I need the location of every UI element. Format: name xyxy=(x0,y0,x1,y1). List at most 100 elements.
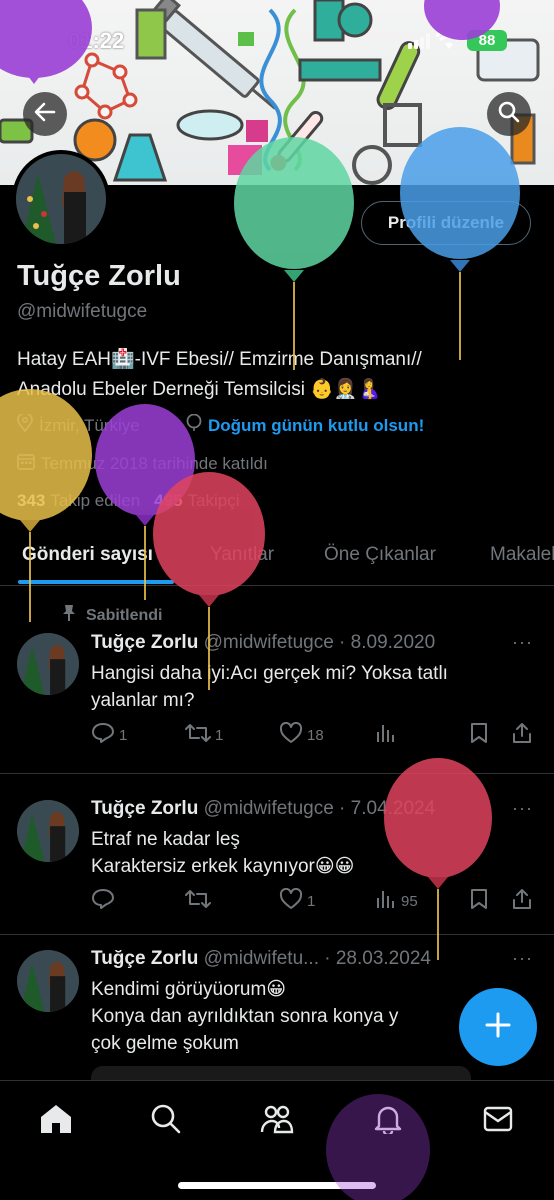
post-text-line: Konya dan ayrıldıktan sonra konya y xyxy=(91,1006,399,1027)
search-icon xyxy=(498,101,520,128)
views-button[interactable] xyxy=(375,722,401,748)
reply-button[interactable]: 1 xyxy=(91,722,127,748)
followers-link[interactable]: 495 Takipçi xyxy=(154,491,239,511)
nav-messages[interactable] xyxy=(478,1101,518,1141)
post-text-line: çok gelme şokum xyxy=(91,1033,239,1054)
bio-line: Anadolu Ebeler Derneği Temsilcisi 👶👩‍⚕️🤱 xyxy=(17,379,382,400)
status-bar: 01:22 88 xyxy=(0,0,554,80)
bookmark-icon xyxy=(469,722,493,748)
pinned-label: Sabitlendi xyxy=(86,606,163,624)
arrow-left-icon xyxy=(34,101,56,128)
followers-count: 495 xyxy=(154,491,183,510)
status-time: 01:22 xyxy=(68,28,125,53)
post-text: Etraf ne kadar leş Karaktersiz erkek kay… xyxy=(91,826,521,880)
post-actions: 1 95 xyxy=(91,887,541,916)
search-icon xyxy=(151,1104,181,1139)
profile-handle: @midwifetugce xyxy=(17,301,148,322)
like-button[interactable]: 18 xyxy=(279,721,324,748)
post-author-name[interactable]: Tuğçe Zorlu xyxy=(91,632,198,653)
followers-label: Takipçi xyxy=(187,491,240,510)
tab-articles[interactable]: Makaleler xyxy=(490,544,554,566)
nav-communities[interactable] xyxy=(257,1101,297,1141)
reply-icon xyxy=(91,722,119,748)
home-icon xyxy=(40,1104,72,1139)
bell-icon xyxy=(374,1104,402,1139)
repost-icon xyxy=(185,722,215,748)
post-more-button[interactable]: ··· xyxy=(512,798,533,819)
profile-name: Tuğçe Zorlu xyxy=(17,260,181,292)
tab-highlights[interactable]: Öne Çıkanlar xyxy=(324,544,436,566)
share-icon xyxy=(511,888,537,914)
balloon-icon xyxy=(186,413,202,437)
post-header: Tuğçe Zorlu @midwifetugce · 7.04.2024 xyxy=(91,798,435,820)
repost-button[interactable] xyxy=(185,888,215,914)
repost-count: 1 xyxy=(215,726,224,744)
heart-icon xyxy=(279,721,307,748)
heart-icon xyxy=(279,887,307,914)
nav-notifications[interactable] xyxy=(368,1101,408,1141)
profile-joined: Temmuz 2018 tarihinde katıldı xyxy=(17,452,268,475)
bio-line: Hatay EAH🏥-IVF Ebesi// Emzirme Danışmanı… xyxy=(17,349,422,370)
like-count: 18 xyxy=(307,726,324,744)
bookmark-button[interactable] xyxy=(469,888,493,914)
post-header: Tuğçe Zorlu @midwifetu... · 28.03.2024 xyxy=(91,948,431,970)
profile-location: İzmir, Türkiye xyxy=(17,412,140,437)
repost-button[interactable]: 1 xyxy=(185,722,223,748)
views-button[interactable]: 95 xyxy=(375,888,418,914)
post-avatar[interactable] xyxy=(17,633,79,695)
post-text-line: yalanlar mı? xyxy=(91,690,195,711)
like-button[interactable]: 1 xyxy=(279,887,315,914)
bookmark-button[interactable] xyxy=(469,722,493,748)
views-icon xyxy=(375,722,401,748)
search-button[interactable] xyxy=(487,92,531,136)
wifi-icon xyxy=(434,29,464,55)
birthday-text[interactable]: Doğum günün kutlu olsun! xyxy=(208,416,424,436)
profile-avatar[interactable] xyxy=(12,150,110,248)
battery-indicator: 88 xyxy=(467,30,507,51)
post-author-handle: @midwifetu... xyxy=(203,948,319,969)
post-author-name[interactable]: Tuğçe Zorlu xyxy=(91,798,198,819)
post-author-handle: @midwifetugce xyxy=(203,798,334,819)
post-avatar[interactable] xyxy=(17,800,79,862)
post-more-button[interactable]: ··· xyxy=(512,632,533,653)
post-header: Tuğçe Zorlu @midwifetugce · 8.09.2020 xyxy=(91,632,435,654)
post-author-name[interactable]: Tuğçe Zorlu xyxy=(91,948,198,969)
post-avatar[interactable] xyxy=(17,950,79,1012)
tab-posts[interactable]: Gönderi sayısı xyxy=(22,544,153,566)
active-tab-indicator xyxy=(18,580,174,584)
tab-replies[interactable]: Yanıtlar xyxy=(210,544,274,566)
profile-bio: Hatay EAH🏥-IVF Ebesi// Emzirme Danışmanı… xyxy=(17,345,537,405)
post-text-line: Etraf ne kadar leş xyxy=(91,829,240,850)
post-text-line: Kendimi görüyüorum😀 xyxy=(91,979,287,1000)
share-button[interactable] xyxy=(511,888,537,914)
post-actions: 1 1 18 xyxy=(91,721,541,750)
post-more-button[interactable]: ··· xyxy=(512,948,533,969)
pin-icon xyxy=(62,604,76,627)
reply-count: 1 xyxy=(119,726,128,744)
following-link[interactable]: 343 Takip edilen xyxy=(17,491,140,511)
following-label: Takip edilen xyxy=(50,491,141,510)
share-button[interactable] xyxy=(511,722,537,748)
views-count: 95 xyxy=(401,892,418,910)
compose-post-button[interactable] xyxy=(459,988,537,1066)
post-date: · 8.09.2020 xyxy=(339,632,436,653)
reply-icon xyxy=(91,888,119,914)
following-count: 343 xyxy=(17,491,46,510)
joined-text: Temmuz 2018 tarihinde katıldı xyxy=(41,453,268,473)
nav-search[interactable] xyxy=(146,1101,186,1141)
nav-home[interactable] xyxy=(36,1101,76,1141)
post-text-line: Karaktersiz erkek kaynıyor😀😀 xyxy=(91,856,355,877)
share-icon xyxy=(511,722,537,748)
plus-icon xyxy=(484,1011,512,1044)
signal-icon xyxy=(408,33,430,54)
location-pin-icon xyxy=(17,412,33,437)
edit-profile-button[interactable]: Profili düzenle xyxy=(361,201,531,245)
bookmark-icon xyxy=(469,888,493,914)
back-button[interactable] xyxy=(23,92,67,136)
profile-birthday: Doğum günün kutlu olsun! xyxy=(186,413,424,437)
post-author-handle: @midwifetugce xyxy=(203,632,334,653)
reply-button[interactable] xyxy=(91,888,119,914)
post-date: · 28.03.2024 xyxy=(324,948,431,969)
repost-icon xyxy=(185,888,215,914)
home-indicator xyxy=(178,1182,376,1189)
